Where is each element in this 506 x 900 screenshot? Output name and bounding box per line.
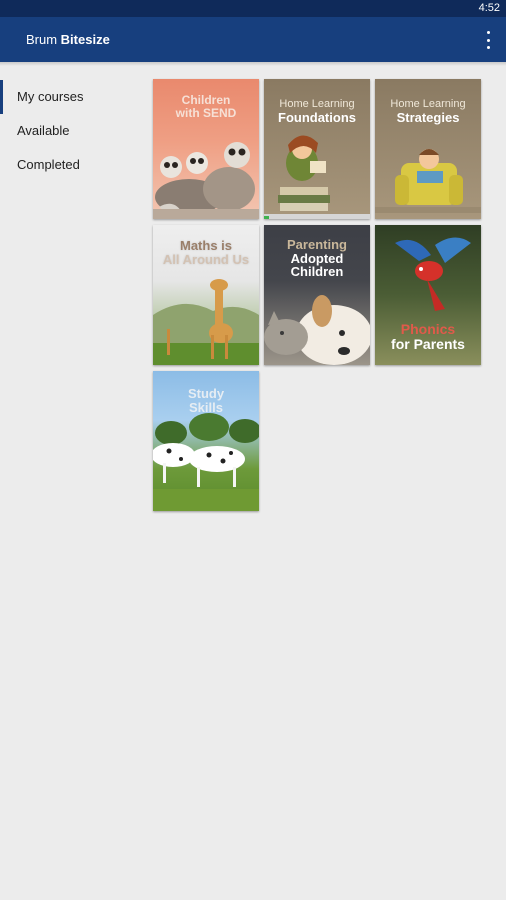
progress-track	[264, 214, 370, 219]
app-bar-shadow	[0, 62, 506, 66]
nav-item-label: My courses	[17, 89, 84, 104]
app-title-part1: Brum	[26, 32, 61, 47]
course-tile-maths-is-all-around-us[interactable]: Maths is All Around Us	[153, 225, 259, 365]
course-tile-parenting-adopted-children[interactable]: Parenting Adopted Children	[264, 225, 370, 365]
nav-item-label: Completed	[17, 157, 80, 172]
nav-item-available[interactable]: Available	[0, 114, 150, 148]
course-tile-home-learning-strategies[interactable]: Home Learning Strategies	[375, 79, 481, 219]
nav-item-completed[interactable]: Completed	[0, 148, 150, 182]
status-time: 4:52	[478, 2, 500, 14]
child-reading-books-illustration	[278, 135, 330, 211]
dog-and-cat-illustration	[264, 295, 370, 365]
giraffe-illustration	[153, 279, 259, 365]
course-tile-study-skills[interactable]: Study Skills	[153, 371, 259, 511]
more-vert-icon[interactable]	[484, 31, 492, 49]
app-bar: Brum Bitesize	[0, 17, 506, 62]
side-nav: My courses Available Completed	[0, 80, 150, 182]
child-in-armchair-illustration	[375, 149, 481, 213]
app-title: Brum Bitesize	[26, 32, 110, 47]
nav-item-label: Available	[17, 123, 70, 138]
course-title: Phonics for Parents	[391, 321, 465, 352]
lemurs-illustration	[153, 142, 259, 219]
nav-item-my-courses[interactable]: My courses	[0, 80, 150, 114]
app-title-part2: Bitesize	[60, 32, 110, 47]
course-tile-children-with-send[interactable]: Children with SEND	[153, 79, 259, 219]
course-tile-phonics-for-parents[interactable]: Phonics for Parents	[375, 225, 481, 365]
course-tile-home-learning-foundations[interactable]: Home Learning Foundations	[264, 79, 370, 219]
course-progress-bar	[264, 216, 270, 219]
status-bar: 4:52	[0, 0, 506, 17]
dalmatians-illustration	[153, 413, 259, 511]
